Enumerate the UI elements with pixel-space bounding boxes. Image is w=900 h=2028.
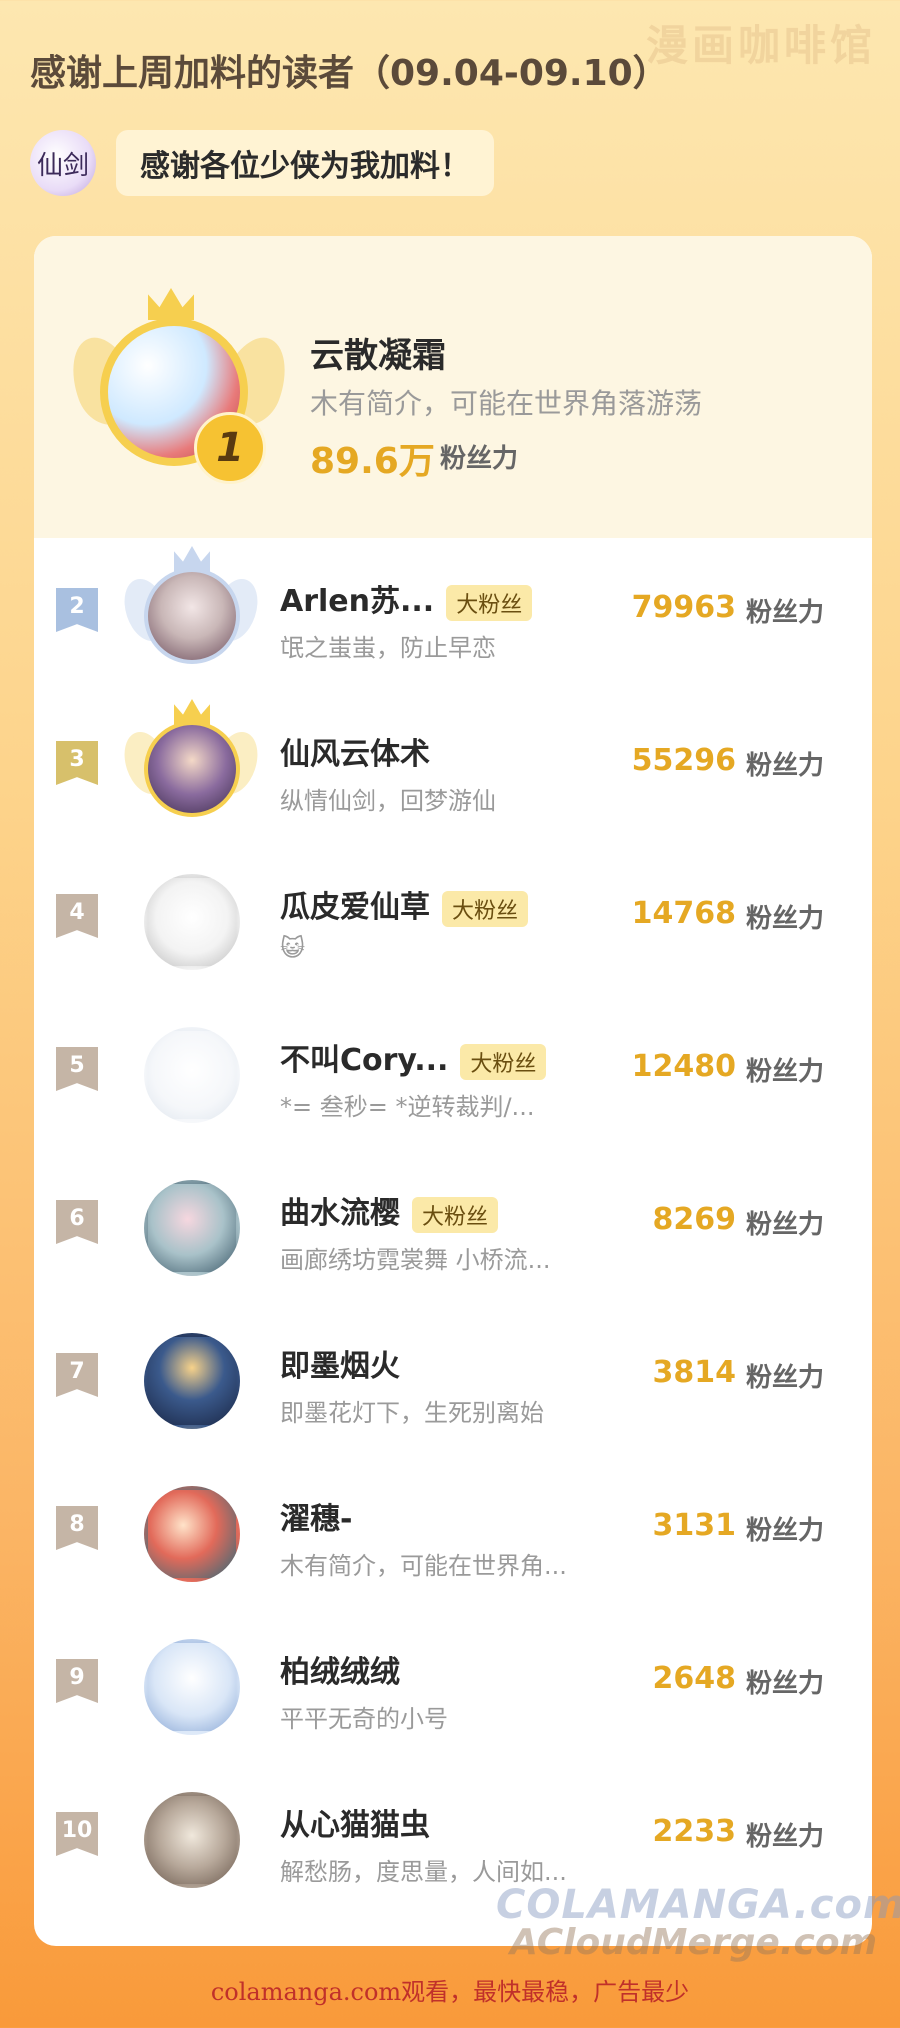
reader-name[interactable]: 曲水流樱 大粉丝: [280, 1188, 499, 1233]
reader-name-text[interactable]: 从心猫猫虫: [280, 1808, 430, 1843]
reader-name[interactable]: 仙风云体术: [280, 729, 430, 773]
reader-name-text[interactable]: 柏绒绒绒: [280, 1655, 400, 1690]
top-reader-section[interactable]: 1 云散凝霜 木有简介，可能在世界角落游荡 89.6万 粉丝力: [34, 236, 872, 538]
rank-badge: 6: [56, 1200, 98, 1244]
rank-medal: 1: [194, 412, 266, 484]
fan-tag: 大粉丝: [412, 1196, 499, 1233]
top-reader-name[interactable]: 云散凝霜: [310, 328, 446, 377]
reader-avatar[interactable]: [144, 1027, 240, 1123]
reader-name[interactable]: 瓜皮爱仙草 大粉丝: [280, 882, 529, 927]
points-unit: 粉丝力: [745, 598, 824, 628]
rank-badge: 10: [56, 1812, 98, 1856]
rank-badge: 3: [56, 741, 98, 785]
top-reader-points: 89.6万: [310, 441, 435, 482]
reader-points: 55296: [631, 743, 736, 778]
reader-bio: 木有简介，可能在世界角...: [280, 1552, 567, 1580]
top-reader-bio: 木有简介，可能在世界角落游荡: [310, 387, 703, 420]
reader-avatar[interactable]: [144, 874, 240, 970]
reader-avatar[interactable]: [144, 1333, 240, 1429]
watermark-acloudmerge: ACloudMerge.com: [510, 1922, 878, 1963]
reader-name[interactable]: 柏绒绒绒: [280, 1647, 400, 1691]
leaderboard-row[interactable]: 3 仙风云体术纵情仙剑，回梦游仙 55296 粉丝力: [34, 691, 872, 845]
leaderboard-row[interactable]: 2 Arlen苏... 大粉丝氓之蚩蚩，防止早恋 79963 粉丝力: [34, 538, 872, 692]
reader-name[interactable]: Arlen苏... 大粉丝: [280, 576, 533, 621]
reader-name-text[interactable]: 不叫Cory...: [280, 1043, 448, 1078]
points-unit: 粉丝力: [745, 1516, 824, 1546]
points-unit: 粉丝力: [745, 1057, 824, 1087]
reader-points: 2648: [652, 1661, 737, 1696]
reader-avatar[interactable]: [144, 568, 240, 664]
leaderboard-row[interactable]: 6 曲水流樱 大粉丝画廊绣坊霓裳舞 小桥流... 8269 粉丝力: [34, 1150, 872, 1304]
rank-badge: 2: [56, 588, 98, 632]
reader-bio: 平平无奇的小号: [280, 1705, 448, 1733]
xianjian-logo: 仙剑: [30, 130, 96, 196]
reader-points: 3131: [652, 1508, 737, 1543]
points-unit: 粉丝力: [745, 1822, 824, 1852]
points-unit: 粉丝力: [745, 1363, 824, 1393]
reader-avatar[interactable]: [144, 1639, 240, 1735]
footer-notice: colamanga.com观看，最快最稳，广告最少: [210, 1978, 690, 2006]
leaderboard-row[interactable]: 5 不叫Cory... 大粉丝 *= 叁秒= *逆转裁判/... 12480 粉丝力: [34, 997, 872, 1151]
reader-bio: 即墨花灯下，生死别离始: [280, 1399, 544, 1427]
reader-name-text[interactable]: 濯穗-: [280, 1502, 352, 1537]
reader-points: 8269: [652, 1202, 737, 1237]
leaderboard-row[interactable]: 7 即墨烟火即墨花灯下，生死别离始 3814 粉丝力: [34, 1303, 872, 1457]
fan-tag: 大粉丝: [460, 1043, 547, 1080]
reader-name[interactable]: 即墨烟火: [280, 1341, 400, 1385]
crown-icon: [148, 288, 194, 320]
reader-name-text[interactable]: Arlen苏...: [280, 584, 434, 619]
rank-badge: 9: [56, 1659, 98, 1703]
reader-name[interactable]: 不叫Cory... 大粉丝: [280, 1035, 547, 1080]
watermark-top: 漫画咖啡馆: [645, 21, 876, 70]
reader-points: 12480: [631, 1049, 736, 1084]
reader-name-text[interactable]: 仙风云体术: [280, 737, 430, 772]
reader-avatar[interactable]: [144, 1486, 240, 1582]
reader-name-text[interactable]: 瓜皮爱仙草: [280, 890, 430, 925]
reader-points: 79963: [631, 590, 736, 625]
rank-badge: 8: [56, 1506, 98, 1550]
reader-avatar[interactable]: [144, 1792, 240, 1888]
thanks-bubble: 感谢各位少侠为我加料！: [116, 130, 494, 196]
reader-name-text[interactable]: 即墨烟火: [280, 1349, 400, 1384]
rank-badge: 4: [56, 894, 98, 938]
leaderboard-row[interactable]: 8 濯穗- 木有简介，可能在世界角... 3131 粉丝力: [34, 1456, 872, 1610]
points-unit: 粉丝力: [745, 1669, 824, 1699]
reader-points: 14768: [631, 896, 736, 931]
reader-bio: 氓之蚩蚩，防止早恋: [280, 634, 496, 662]
leaderboard-row[interactable]: 9 柏绒绒绒平平无奇的小号 2648 粉丝力: [34, 1609, 872, 1763]
reader-avatar[interactable]: [144, 1180, 240, 1276]
leaderboard-card: 1 云散凝霜 木有简介，可能在世界角落游荡 89.6万 粉丝力 2 Arlen苏.…: [34, 236, 872, 1946]
points-unit: 粉丝力: [745, 904, 824, 934]
reader-bio: *= 叁秒= *逆转裁判/...: [280, 1093, 535, 1121]
reader-name[interactable]: 从心猫猫虫: [280, 1800, 430, 1844]
reader-bio: 纵情仙剑，回梦游仙: [280, 787, 496, 815]
reader-points: 3814: [652, 1355, 737, 1390]
rank-badge: 7: [56, 1353, 98, 1397]
fan-tag: 大粉丝: [446, 584, 533, 621]
reader-bio: 😺: [280, 934, 306, 962]
reader-avatar[interactable]: [144, 721, 240, 817]
leaderboard-row[interactable]: 4 瓜皮爱仙草 大粉丝 😺 14768 粉丝力: [34, 844, 872, 998]
reader-points: 2233: [652, 1814, 737, 1849]
rank-badge: 5: [56, 1047, 98, 1091]
points-unit: 粉丝力: [440, 444, 519, 474]
page-title: 感谢上周加料的读者（09.04-09.10）: [30, 53, 669, 94]
reader-name-text[interactable]: 曲水流樱: [280, 1196, 400, 1231]
fan-tag: 大粉丝: [442, 890, 529, 927]
points-unit: 粉丝力: [745, 751, 824, 781]
reader-bio: 画廊绣坊霓裳舞 小桥流...: [280, 1246, 551, 1274]
reader-name[interactable]: 濯穗-: [280, 1494, 352, 1538]
points-unit: 粉丝力: [745, 1210, 824, 1240]
